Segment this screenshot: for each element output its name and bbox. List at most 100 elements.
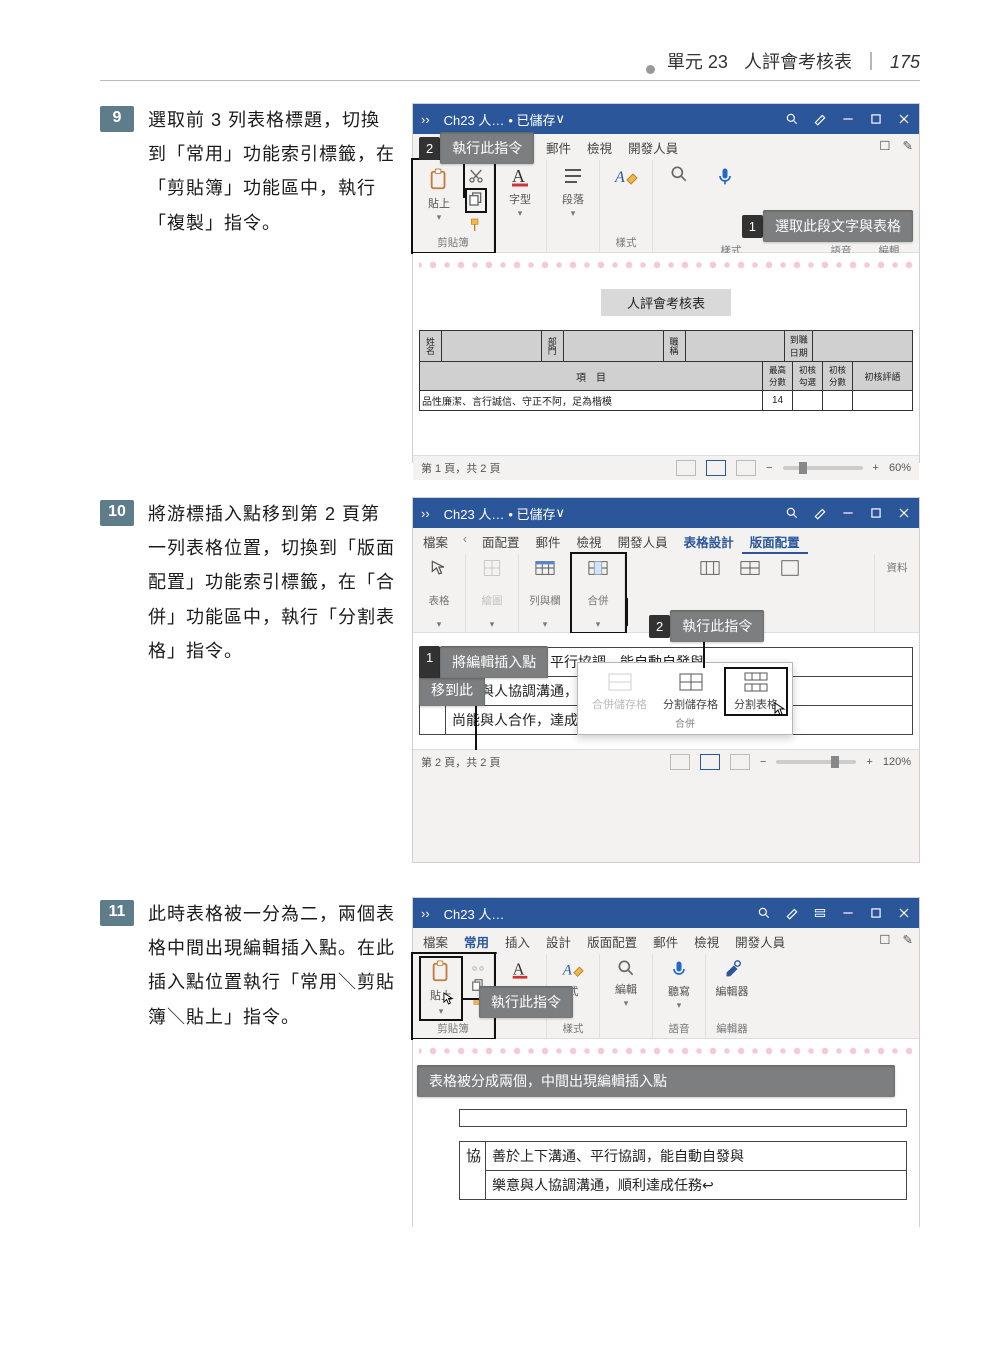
view-web-icon[interactable] <box>736 460 756 476</box>
chevron-down-icon[interactable]: ∨ <box>556 111 566 127</box>
align-icon[interactable] <box>739 558 761 578</box>
tab-review[interactable]: 檢視 <box>579 134 620 160</box>
search-icon[interactable] <box>785 112 799 126</box>
screenshot-10: ›› Ch23 人… • 已儲存 ∨ 檔案 ‹ <box>412 497 920 863</box>
tab-layout[interactable]: 版面配置 <box>579 928 645 954</box>
search-icon[interactable] <box>757 906 771 920</box>
tab-file[interactable]: 檔案 <box>413 528 456 554</box>
tab-developer[interactable]: 開發人員 <box>727 928 793 954</box>
tab-review[interactable]: 檢視 <box>569 528 610 554</box>
paste-button[interactable]: 貼上 ▾ <box>421 168 457 223</box>
overflow-icon[interactable]: ›› <box>421 506 430 521</box>
chevron-down-icon[interactable]: ∨ <box>556 505 566 521</box>
tab-layout-partial[interactable]: 面配置 <box>474 528 528 554</box>
tab-insert[interactable]: 插入 <box>497 928 538 954</box>
font-dropdown[interactable]: A 字型 ▾ <box>502 164 538 219</box>
zoom-out-icon[interactable]: − <box>766 462 772 474</box>
zoom-slider[interactable] <box>783 466 863 470</box>
maximize-icon[interactable] <box>869 906 883 920</box>
editor-button[interactable]: 編輯器 <box>714 958 750 999</box>
tab-tabledesign[interactable]: 表格設計 <box>676 528 742 554</box>
zoom-slider[interactable] <box>776 760 856 764</box>
search-button[interactable] <box>661 164 697 184</box>
tab-mailings[interactable]: 郵件 <box>528 528 569 554</box>
popup-split-table[interactable]: 分割表格 <box>726 669 786 714</box>
chevron-down-icon: ▾ <box>518 208 523 219</box>
tab-home[interactable]: 常用 <box>456 928 497 954</box>
popup-split-cells[interactable]: 分割儲存格 <box>655 671 726 712</box>
ribbon-mode-icon[interactable] <box>813 906 827 920</box>
doc-title-box: 人評會考核表 <box>601 289 731 316</box>
tab-mailings[interactable]: 郵件 <box>645 928 686 954</box>
page-indicator: 第 2 頁，共 2 頁 <box>421 754 500 770</box>
data-group-label: 資料 <box>887 560 908 575</box>
rowcol-button[interactable] <box>527 558 563 578</box>
screenshot-11: ›› Ch23 人… 檔案 常用 插入 設計 版面配置 郵件 <box>412 897 920 1227</box>
step-badge: 10 <box>100 500 134 526</box>
ribbon-group-edit: 編輯 ▾ <box>600 954 653 1038</box>
tab-mailings[interactable]: 郵件 <box>538 134 579 160</box>
overflow-icon[interactable]: ›› <box>421 112 430 127</box>
overflow-icon[interactable]: ›› <box>421 906 430 921</box>
tab-developer[interactable]: 開發人員 <box>620 134 686 160</box>
view-web-icon[interactable] <box>730 754 750 770</box>
comments-icon[interactable]: ✎ <box>897 134 919 160</box>
share-icon[interactable]: ☐ <box>873 134 896 160</box>
pen-icon[interactable] <box>813 112 827 126</box>
pen-icon[interactable] <box>785 906 799 920</box>
tab-tablelayout[interactable]: 版面配置 <box>742 528 808 554</box>
zoom-level: 120% <box>883 756 911 768</box>
close-icon[interactable] <box>897 906 911 920</box>
styles-button[interactable]: A <box>608 164 644 188</box>
share-icon[interactable]: ☐ <box>873 928 896 954</box>
close-icon[interactable] <box>897 112 911 126</box>
minimize-icon[interactable] <box>841 112 855 126</box>
autofit-icon[interactable] <box>699 558 721 578</box>
tab-developer[interactable]: 開發人員 <box>610 528 676 554</box>
minimize-icon[interactable] <box>841 906 855 920</box>
select-button[interactable] <box>421 558 457 578</box>
maximize-icon[interactable] <box>869 112 883 126</box>
step-text: 此時表格被一分為二，兩個表格中間出現編輯插入點。在此插入點位置執行「常用＼剪貼簿… <box>148 897 398 1227</box>
voice-group-label: 語音 <box>669 1021 690 1036</box>
merge-button[interactable] <box>580 558 616 578</box>
scroll-left-icon[interactable]: ‹ <box>456 528 474 554</box>
tab-review[interactable]: 檢視 <box>686 928 727 954</box>
dictate-button[interactable]: 聽寫 ▾ <box>661 958 697 1011</box>
find-button[interactable]: 編輯 ▾ <box>608 958 644 1009</box>
header-divider: ｜ <box>858 48 884 74</box>
maximize-icon[interactable] <box>869 506 883 520</box>
styles-group-label: 樣式 <box>563 1021 584 1036</box>
copy-button[interactable] <box>467 190 485 211</box>
tab-file[interactable]: 檔案 <box>413 928 456 954</box>
view-print-icon[interactable] <box>706 460 726 476</box>
cut-icon[interactable] <box>471 958 485 972</box>
tab-design[interactable]: 設計 <box>538 928 579 954</box>
step-9: 9 選取前 3 列表格標題，切換到「常用」功能索引標籤，在「剪貼簿」功能區中，執… <box>100 103 920 463</box>
callout-num: 1 <box>742 215 763 238</box>
zoom-in-icon[interactable]: + <box>873 462 879 474</box>
zoom-out-icon[interactable]: − <box>760 756 766 768</box>
view-readmode-icon[interactable] <box>676 460 696 476</box>
pen-icon[interactable] <box>813 506 827 520</box>
paste-button[interactable]: 貼上 ▾ <box>421 958 461 1019</box>
props-icon[interactable] <box>779 558 801 578</box>
view-print-icon[interactable] <box>700 754 720 770</box>
paragraph-dropdown[interactable]: 段落 ▾ <box>555 164 591 219</box>
zoom-level: 60% <box>889 462 911 474</box>
comments-icon[interactable]: ✎ <box>897 928 919 954</box>
saved-indicator: • 已儲存 <box>508 504 555 523</box>
view-readmode-icon[interactable] <box>670 754 690 770</box>
callout-leader <box>475 704 477 750</box>
zoom-in-icon[interactable]: + <box>866 756 872 768</box>
mic-button[interactable] <box>707 164 743 188</box>
search-icon[interactable] <box>785 506 799 520</box>
statusbar: 第 1 頁，共 2 頁 − + 60% <box>413 455 919 480</box>
chevron-down-icon: ▾ <box>490 619 495 630</box>
minimize-icon[interactable] <box>841 506 855 520</box>
cut-icon[interactable] <box>468 168 484 184</box>
font-dropdown[interactable]: A <box>502 958 538 980</box>
svg-text:A: A <box>512 166 525 186</box>
format-painter-icon[interactable] <box>468 217 484 233</box>
close-icon[interactable] <box>897 506 911 520</box>
